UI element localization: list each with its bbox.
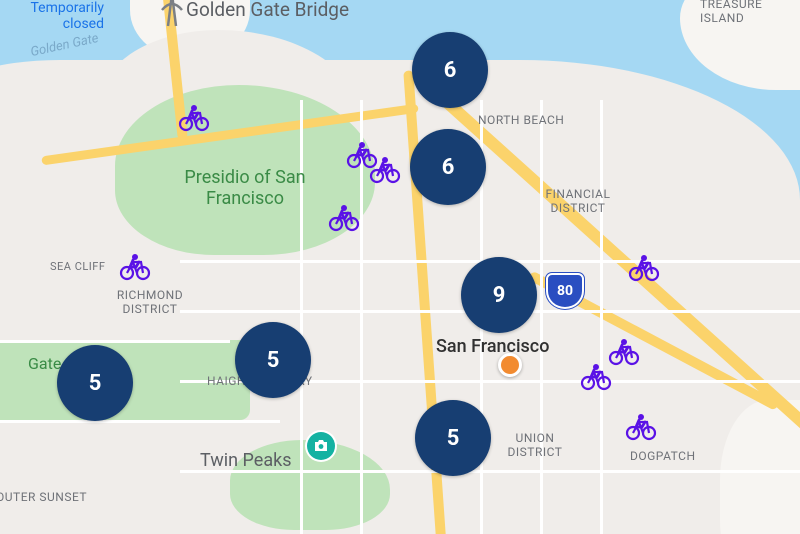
label-treasure-island: TREASURE ISLAND — [700, 0, 800, 26]
poi-camera-icon[interactable] — [307, 432, 335, 460]
hwy-shield-80-text: 80 — [557, 283, 573, 299]
bike-icon[interactable] — [608, 338, 640, 366]
city-location-dot — [498, 353, 522, 377]
label-presidio: Presidio of San Francisco — [170, 168, 320, 209]
label-financial: FINANCIAL DISTRICT — [528, 188, 628, 216]
label-golden-gate-bridge: Golden Gate Bridge — [186, 0, 349, 21]
map-canvas[interactable]: Golden Gate Bridge Temporarily closed Go… — [0, 0, 800, 534]
road-grid — [300, 100, 303, 534]
bike-icon[interactable] — [178, 104, 210, 132]
cluster-marker[interactable]: 9 — [461, 257, 537, 333]
cluster-count: 5 — [89, 371, 102, 396]
cluster-count: 9 — [493, 283, 506, 308]
label-closure: Temporarily closed — [0, 0, 104, 32]
bridge-icon — [158, 0, 186, 28]
road-grid — [0, 340, 230, 343]
cluster-marker[interactable]: 5 — [57, 345, 133, 421]
road-grid — [600, 100, 603, 534]
label-golden-gate-water: Golden Gate — [29, 31, 100, 60]
cluster-marker[interactable]: 6 — [410, 129, 486, 205]
label-sea-cliff: SEA CLIFF — [50, 260, 105, 273]
label-outer-sunset: OUTER SUNSET — [0, 490, 87, 504]
label-north-beach: NORTH BEACH — [478, 113, 564, 127]
road-grid — [540, 100, 543, 534]
label-twin-peaks: Twin Peaks — [200, 450, 292, 471]
label-dogpatch: DOGPATCH — [630, 449, 696, 463]
label-richmond: RICHMOND DISTRICT — [100, 289, 200, 317]
cluster-count: 6 — [444, 58, 457, 83]
cluster-marker[interactable]: 5 — [235, 322, 311, 398]
bike-icon[interactable] — [119, 253, 151, 281]
cluster-marker[interactable]: 6 — [412, 32, 488, 108]
bike-icon[interactable] — [369, 156, 401, 184]
bike-icon[interactable] — [328, 204, 360, 232]
cluster-count: 5 — [447, 426, 460, 451]
road-grid — [0, 420, 280, 423]
bike-icon[interactable] — [628, 254, 660, 282]
bike-icon[interactable] — [625, 413, 657, 441]
label-union-district: UNION DISTRICT — [490, 432, 580, 460]
cluster-count: 5 — [267, 348, 280, 373]
label-city: San Francisco — [436, 336, 549, 357]
cluster-marker[interactable]: 5 — [415, 400, 491, 476]
cluster-count: 6 — [442, 155, 455, 180]
bike-icon[interactable] — [580, 363, 612, 391]
hwy-shield-80: 80 — [546, 273, 584, 309]
